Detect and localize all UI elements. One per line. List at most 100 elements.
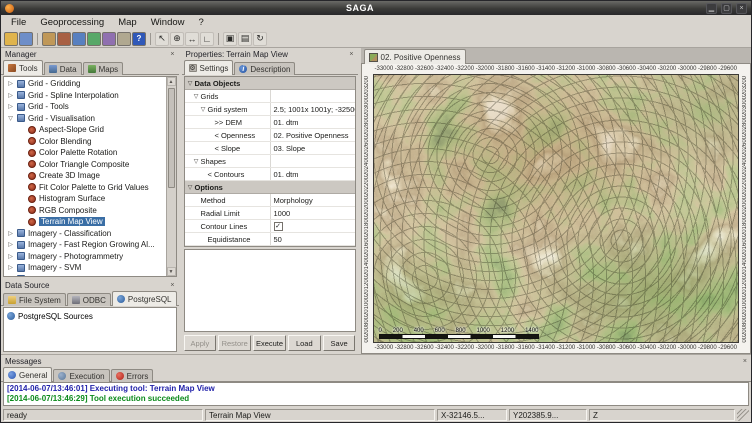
property-value-cell[interactable] — [270, 181, 355, 193]
expander-icon[interactable]: ▽ — [200, 106, 207, 113]
close-icon[interactable]: × — [736, 3, 747, 14]
tree-item[interactable]: ▷ Imagery - Photogrammetry — [4, 251, 166, 263]
tab-file-system[interactable]: File System — [3, 293, 66, 306]
property-value-cell[interactable]: 2.5; 1001x 1001y; -32500... — [270, 103, 355, 115]
tab-maps[interactable]: Maps — [83, 62, 124, 75]
expander-icon[interactable]: ▷ — [7, 92, 14, 99]
show-tools-button[interactable] — [57, 32, 71, 46]
property-value-cell[interactable]: 1000 — [270, 207, 355, 219]
tree-item[interactable]: ▷ Imagery - SVM — [4, 262, 166, 274]
expander-icon[interactable]: ▽ — [7, 115, 14, 122]
tree-item[interactable]: Aspect-Slope Grid — [4, 124, 166, 136]
tree-item[interactable]: ▷ Grid - Tools — [4, 101, 166, 113]
map-3d-view-button[interactable]: ▣ — [223, 32, 237, 46]
property-row[interactable]: < Openness 02. Positive Openness — [185, 129, 355, 142]
tab-postgresql[interactable]: PostgreSQL — [112, 291, 177, 306]
map-canvas[interactable]: 0 200 400 600 800 1000 — [373, 74, 740, 343]
tree-item[interactable]: ▷ Imagery - Segmentation — [4, 274, 166, 277]
tree-item[interactable]: RGB Composite — [4, 205, 166, 217]
menu-item[interactable]: ? — [192, 16, 211, 29]
select-tool-button[interactable]: ↖ — [155, 32, 169, 46]
property-value-cell[interactable]: 03. Slope — [270, 142, 355, 154]
show-data-button[interactable] — [72, 32, 86, 46]
tab-execution[interactable]: Execution — [53, 369, 109, 382]
tree-item[interactable]: ▷ Grid - Spline Interpolation — [4, 90, 166, 102]
property-value-cell[interactable]: 02. Positive Openness — [270, 129, 355, 141]
property-value-cell[interactable]: 01. dtm — [270, 168, 355, 180]
tree-item[interactable]: Terrain Map View — [4, 216, 166, 228]
close-panel-icon[interactable]: × — [170, 51, 174, 58]
postgresql-sources-item[interactable]: PostgreSQL Sources — [7, 310, 173, 322]
measure-tool-button[interactable]: ∟ — [200, 32, 214, 46]
property-row[interactable]: >> DEM 01. dtm — [185, 116, 355, 129]
tree-item[interactable]: Color Blending — [4, 136, 166, 148]
zoom-tool-button[interactable]: ⊕ — [170, 32, 184, 46]
resize-grip[interactable] — [737, 409, 749, 421]
property-row[interactable]: Method Morphology — [185, 194, 355, 207]
expander-icon[interactable]: ▷ — [7, 230, 14, 237]
property-row[interactable]: ▽ Shapes — [185, 155, 355, 168]
show-maps-button[interactable] — [87, 32, 101, 46]
property-row[interactable]: ▽ Grid system 2.5; 1001x 1001y; -32500..… — [185, 103, 355, 116]
help-button[interactable]: ? — [132, 32, 146, 46]
tab-odbc[interactable]: ODBC — [67, 293, 111, 306]
menu-item[interactable]: File — [4, 16, 33, 29]
save-all-button[interactable] — [19, 32, 33, 46]
property-row[interactable]: < Contours 01. dtm — [185, 168, 355, 181]
property-value-cell[interactable] — [270, 90, 355, 102]
property-value-cell[interactable]: ✓ — [270, 220, 355, 232]
sync-extents-button[interactable]: ↻ — [253, 32, 267, 46]
property-value-cell[interactable] — [270, 77, 355, 89]
expander-icon[interactable]: ▷ — [7, 253, 14, 260]
open-file-button[interactable] — [4, 32, 18, 46]
tab-settings[interactable]: ⚙ Settings — [184, 60, 234, 75]
apply-button[interactable]: Apply — [184, 335, 217, 351]
property-row[interactable]: Contour Lines ✓ — [185, 220, 355, 233]
close-panel-icon[interactable]: × — [170, 282, 174, 289]
property-row[interactable]: ▽ Grids — [185, 90, 355, 103]
property-row[interactable]: Radial Limit 1000 — [185, 207, 355, 220]
expander-icon[interactable]: ▷ — [7, 103, 14, 110]
print-map-button[interactable]: ▤ — [238, 32, 252, 46]
property-value-cell[interactable]: 01. dtm — [270, 116, 355, 128]
expander-icon[interactable]: ▽ — [193, 158, 200, 165]
tree-item[interactable]: Create 3D Image — [4, 170, 166, 182]
expander-icon[interactable]: ▷ — [7, 80, 14, 87]
scroll-down-icon[interactable]: ▼ — [167, 267, 176, 276]
tree-item[interactable]: ▽ Grid - Visualisation — [4, 113, 166, 125]
property-row[interactable]: ▽ Options — [185, 181, 355, 194]
tab-data[interactable]: Data — [44, 62, 82, 75]
tab-errors[interactable]: Errors — [111, 369, 154, 382]
menu-item[interactable]: Window — [144, 16, 192, 29]
tree-item[interactable]: ▷ Imagery - Classification — [4, 228, 166, 240]
show-properties-button[interactable] — [102, 32, 116, 46]
scrollbar-track[interactable] — [167, 86, 176, 267]
tree-item[interactable]: ▷ Grid - Gridding — [4, 78, 166, 90]
save-button[interactable]: Save — [323, 335, 356, 351]
minimize-icon[interactable]: ▁ — [706, 3, 717, 14]
expander-icon[interactable]: ▷ — [7, 264, 14, 271]
tab-map-positive-openness[interactable]: 02. Positive Openness — [364, 49, 466, 64]
tree-item[interactable]: Color Palette Rotation — [4, 147, 166, 159]
pan-tool-button[interactable]: ↔ — [185, 32, 199, 46]
load-button[interactable]: Load — [288, 335, 321, 351]
maximize-icon[interactable]: ▢ — [721, 3, 732, 14]
tree-item[interactable]: ▷ Imagery - Fast Region Growing Al... — [4, 239, 166, 251]
property-value-cell[interactable]: 50 — [270, 233, 355, 245]
scroll-up-icon[interactable]: ▲ — [167, 77, 176, 86]
tree-item[interactable]: Color Triangle Composite — [4, 159, 166, 171]
tab-tools[interactable]: Tools — [3, 60, 43, 75]
tree-item[interactable]: Fit Color Palette to Grid Values — [4, 182, 166, 194]
tree-scrollbar[interactable]: ▲ ▼ — [166, 77, 176, 276]
expander-icon[interactable]: ▽ — [193, 93, 200, 100]
tab-description[interactable]: i Description — [234, 62, 295, 75]
tab-general[interactable]: General — [3, 367, 52, 382]
close-panel-icon[interactable]: × — [349, 51, 353, 58]
property-value-cell[interactable] — [270, 155, 355, 167]
show-data-source-button[interactable] — [42, 32, 56, 46]
menu-item[interactable]: Map — [111, 16, 143, 29]
tree-item[interactable]: Histogram Surface — [4, 193, 166, 205]
property-row[interactable]: ▽ Data Objects — [185, 77, 355, 90]
close-panel-icon[interactable]: × — [743, 358, 747, 365]
property-row[interactable]: Equidistance 50 — [185, 233, 355, 246]
